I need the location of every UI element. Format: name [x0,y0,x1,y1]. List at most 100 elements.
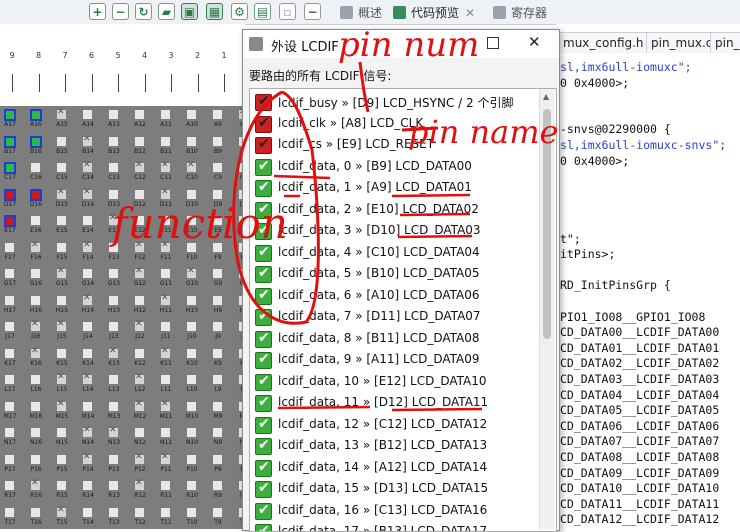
signal-row[interactable]: lcdif_data, 13 » [B12] LCD_DATA13 [254,436,534,456]
checkmark-icon[interactable] [255,416,272,434]
pin-M12[interactable] [135,399,144,411]
pin-N14[interactable] [83,425,92,437]
minus-icon[interactable]: − [304,3,321,20]
signal-row[interactable]: lcdif_cs » [E9] LCD_RESET [254,135,534,155]
pin-G9[interactable] [213,269,222,278]
checkmark-icon[interactable] [255,437,272,455]
pin-F17[interactable] [5,242,14,252]
pin-L15[interactable] [57,372,66,384]
pin-N17[interactable] [5,428,14,437]
pin-R16[interactable] [31,478,40,490]
tab-registers[interactable]: 寄存器 [493,3,547,23]
pin-L11[interactable] [161,375,170,384]
pin-H14[interactable] [83,293,92,305]
pin-B9[interactable] [213,136,222,146]
conflict-checkmark-icon[interactable] [255,115,272,133]
pin-P17[interactable] [5,454,14,464]
pin-F14[interactable] [83,240,92,252]
pin-P11[interactable] [161,452,170,464]
file-tab-mux-config[interactable]: mux_config.h [558,32,649,53]
pin-P16[interactable] [31,454,40,464]
pin-B16[interactable] [30,135,42,148]
pin-E11[interactable] [161,216,170,225]
pin-E13[interactable] [109,213,118,225]
zoom-out-icon[interactable]: − [112,3,129,20]
signal-row[interactable]: lcdif_data, 7 » [D11] LCD_DATA07 [254,307,534,327]
pin-H12[interactable] [135,295,144,305]
checkmark-icon[interactable] [255,287,272,305]
scrollbar[interactable]: ▲ [539,89,555,529]
pin-P9[interactable] [213,454,222,464]
pin-H17[interactable] [5,295,14,305]
conflict-checkmark-icon[interactable] [255,93,272,111]
pin-N13[interactable] [109,425,118,437]
pin-D12[interactable] [135,189,144,199]
pin-G15[interactable] [57,266,66,278]
checkmark-icon[interactable] [255,502,272,520]
signal-row[interactable]: lcdif_data, 4 » [C10] LCD_DATA04 [254,243,534,263]
maximize-icon[interactable] [487,37,499,49]
pin-D10[interactable] [187,189,196,199]
pin-C14[interactable] [83,160,92,172]
pin-K17[interactable] [5,348,14,358]
pin-T14[interactable] [83,507,92,517]
pin-T16[interactable] [31,507,40,517]
pin-N12[interactable] [135,428,144,437]
signal-row[interactable]: lcdif_data, 14 » [A12] LCD_DATA14 [254,458,534,478]
pin-N16[interactable] [31,428,40,437]
signal-row[interactable]: lcdif_data, 12 » [C12] LCD_DATA12 [254,415,534,435]
pin-C13[interactable] [109,163,118,172]
pin-E10[interactable] [187,216,196,225]
pin-R12[interactable] [135,478,144,490]
pin-F9[interactable] [213,242,222,252]
pin-M14[interactable] [83,401,92,411]
pin-B17[interactable] [4,135,16,148]
pin-C15[interactable] [57,163,66,172]
pin-E16[interactable] [31,216,40,225]
pin-P10[interactable] [187,454,196,464]
pin-F11[interactable] [161,240,170,252]
tab-overview[interactable]: 概述 [340,3,382,23]
pin-F13[interactable] [109,242,118,252]
pin-G12[interactable] [135,266,144,278]
pin-F10[interactable] [187,242,196,252]
blank-page-icon[interactable]: ▫ [279,3,296,20]
file-tab-pin-m[interactable]: pin_m [710,32,740,53]
pin-G14[interactable] [83,269,92,278]
pin-D17[interactable] [4,188,16,201]
pin-B15[interactable] [57,136,66,146]
pin-E14[interactable] [83,216,92,225]
pin-F16[interactable] [31,240,40,252]
pin-H15[interactable] [57,295,66,305]
pin-J10[interactable] [187,322,196,331]
chip-icon[interactable]: ⚙ [231,3,248,20]
pin-J17[interactable] [5,322,14,331]
signal-row[interactable]: lcdif_data, 2 » [E10] LCD_DATA02 [254,200,534,220]
pin-B11[interactable] [161,136,170,146]
signal-row[interactable]: lcdif_data, 10 » [E12] LCD_DATA10 [254,372,534,392]
signal-row[interactable]: lcdif_data, 15 » [D13] LCD_DATA15 [254,479,534,499]
tab-code-preview[interactable]: 概述代码预览✕ [393,3,475,23]
pin-J13[interactable] [109,322,118,331]
pin-A10[interactable] [187,110,196,119]
pin-K11[interactable] [161,346,170,358]
pin-H13[interactable] [109,295,118,305]
signal-row[interactable]: lcdif_data, 8 » [B11] LCD_DATA08 [254,329,534,349]
pin-B14[interactable] [83,134,92,146]
checkmark-icon[interactable] [255,523,272,531]
view-package-icon[interactable]: ▦ [206,3,223,20]
pin-T9[interactable] [213,507,222,517]
pin-M16[interactable] [31,401,40,411]
pin-L13[interactable] [109,375,118,384]
pin-J9[interactable] [213,322,222,331]
signal-row[interactable]: lcdif_data, 3 » [D10] LCD_DATA03 [254,221,534,241]
view-pins-icon[interactable]: ▣ [181,3,198,20]
pin-N9[interactable] [213,428,222,437]
checkmark-icon[interactable] [255,330,272,348]
pin-B12[interactable] [135,136,144,146]
checkmark-icon[interactable] [255,373,272,391]
pin-J16[interactable] [31,319,40,331]
pin-G17[interactable] [5,269,14,278]
signal-row[interactable]: lcdif_data, 5 » [B10] LCD_DATA05 [254,264,534,284]
pin-C9[interactable] [213,163,222,172]
